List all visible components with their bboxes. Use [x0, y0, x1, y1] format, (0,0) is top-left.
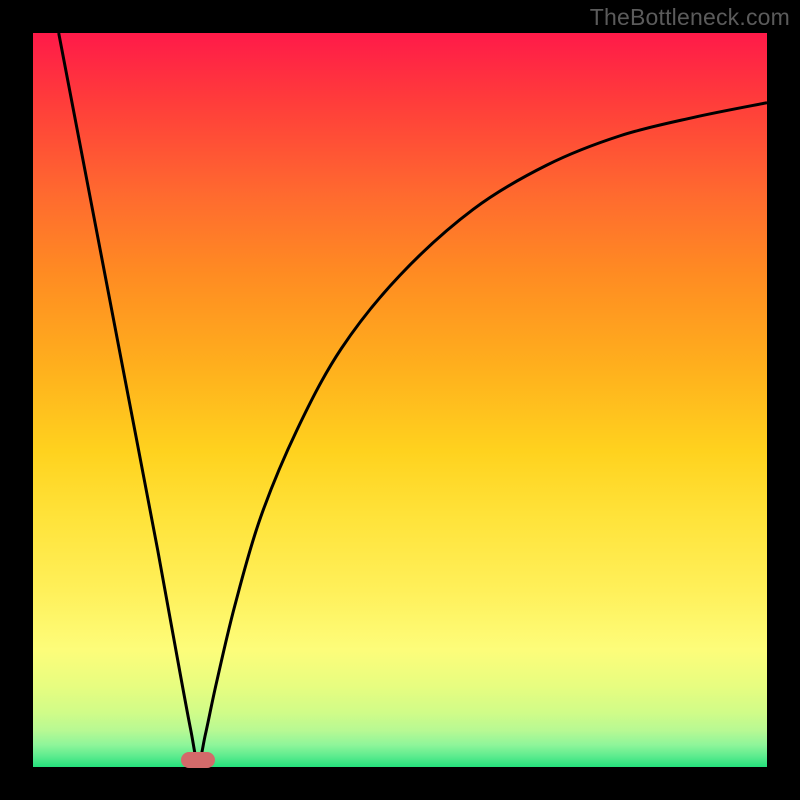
- watermark-text: TheBottleneck.com: [590, 4, 790, 31]
- bottleneck-curve: [33, 33, 767, 767]
- curve-path: [59, 33, 767, 763]
- chart-frame: TheBottleneck.com: [0, 0, 800, 800]
- plot-area: [33, 33, 767, 767]
- optimum-marker: [181, 752, 215, 768]
